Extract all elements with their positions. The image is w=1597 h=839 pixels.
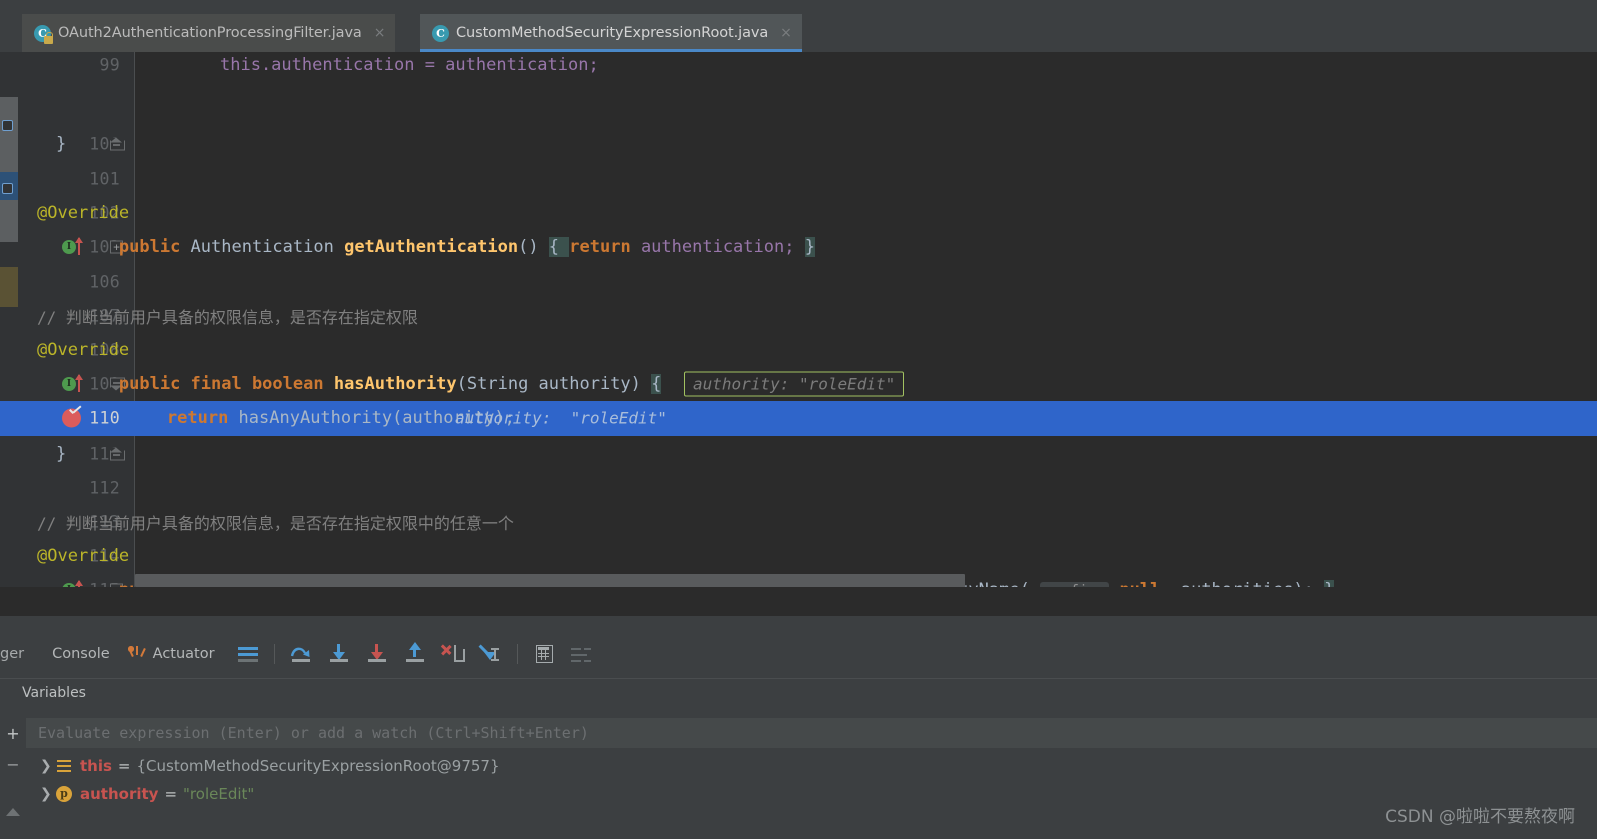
object-icon [56, 758, 72, 774]
close-icon[interactable]: × [780, 26, 792, 40]
fold-marker-end-icon[interactable] [110, 137, 125, 151]
line-number: 101 [89, 169, 120, 189]
code-comment: // 判断当前用户具备的权限信息，是否存在指定权限中的任意一个 [37, 514, 514, 534]
line-number: 99 [99, 55, 120, 75]
code-keyword: return [569, 237, 641, 258]
editor-tab-label: CustomMethodSecurityExpressionRoot.java [456, 25, 769, 41]
actuator-icon [127, 645, 146, 662]
step-over-icon[interactable] [286, 640, 316, 668]
variable-row-this[interactable]: ❯ this = {CustomMethodSecurityExpression… [26, 752, 1597, 779]
close-icon[interactable]: × [374, 26, 386, 40]
console-tab[interactable]: Console [38, 646, 124, 662]
class-icon-letter: C [436, 26, 445, 40]
inline-parameter-hint-highlighted: authority: "roleEdit" [684, 371, 905, 397]
equals-sign: = [117, 756, 131, 775]
code-line-101[interactable]: 101 [0, 162, 1597, 197]
toolbar-separator [273, 643, 275, 664]
toolbar-separator [516, 643, 518, 664]
tab-bar-top-strip [0, 0, 1597, 12]
code-text: () [518, 237, 549, 258]
intellij-idea-window: C OAuth2AuthenticationProcessingFilter.j… [0, 0, 1597, 839]
code-field: authentication; [640, 237, 805, 258]
code-line-110-current[interactable]: 110 return hasAnyAuthority(authority); a… [0, 401, 1597, 436]
variables-tab[interactable]: Variables [22, 685, 86, 701]
debug-toolbar: ger Console Actuator [0, 635, 1597, 672]
scrollbar-thumb[interactable] [135, 574, 965, 587]
code-line-107[interactable]: 107 // 判断当前用户具备的权限信息，是否存在指定权限 [0, 299, 1597, 334]
variable-row-authority[interactable]: ❯ p authority = "roleEdit" [26, 780, 1597, 807]
watermark: CSDN @啦啦不要熬夜啊 [1385, 807, 1575, 827]
code-line-113[interactable]: 113 // 判断当前用户具备的权限信息，是否存在指定权限中的任意一个 [0, 505, 1597, 540]
step-out-icon[interactable] [400, 640, 430, 668]
divider [0, 678, 1597, 679]
code-brace: { [548, 237, 570, 258]
step-into-icon[interactable] [324, 640, 354, 668]
editor-tab-label: OAuth2AuthenticationProcessingFilter.jav… [58, 25, 362, 41]
code-line-100[interactable]: 100 } [0, 127, 1597, 162]
editor-horizontal-scrollbar[interactable] [135, 574, 1597, 587]
code-editor[interactable]: 99 this.authentication = authentication;… [0, 52, 1597, 615]
code-keyword: return [166, 408, 239, 429]
java-class-icon: C [432, 24, 449, 42]
fold-marker-end-icon[interactable] [110, 447, 125, 461]
debugger-tab[interactable]: ger [0, 646, 38, 662]
breakpoint-verified-icon[interactable] [62, 408, 84, 429]
variable-value: "roleEdit" [183, 784, 255, 803]
editor-tab-oauth2filter[interactable]: C OAuth2AuthenticationProcessingFilter.j… [22, 14, 396, 52]
chevron-right-icon[interactable]: ❯ [40, 786, 56, 802]
code-line-99[interactable]: 99 this.authentication = authentication; [0, 52, 1597, 83]
equals-sign: = [164, 784, 178, 803]
code-keyword: public [118, 237, 191, 258]
java-class-locked-icon: C [34, 24, 53, 44]
evaluate-expression-placeholder: Evaluate expression (Enter) or add a wat… [38, 724, 589, 742]
layout-settings-icon[interactable] [567, 640, 597, 668]
code-line-112[interactable]: 112 [0, 471, 1597, 506]
inline-parameter-hint: authority: "roleEdit" [455, 408, 667, 428]
actuator-label: Actuator [152, 645, 215, 662]
editor-bottom-padding [0, 587, 1597, 615]
variable-name: authority [80, 784, 159, 803]
move-up-icon[interactable] [6, 808, 20, 816]
run-to-cursor-icon[interactable] [476, 640, 506, 668]
code-line-106[interactable]: 106 [0, 265, 1597, 300]
code-brace: } [804, 237, 815, 258]
code-line-103[interactable]: 103 I + public Authentication getAuthent… [0, 230, 1597, 265]
code-brace: { [651, 374, 662, 395]
force-step-into-icon[interactable] [362, 640, 392, 668]
code-text: this.authentication = authentication; [220, 55, 599, 76]
show-execution-point-icon[interactable] [233, 640, 263, 668]
remove-watch-button[interactable]: − [6, 757, 20, 773]
actuator-tab[interactable]: Actuator [124, 645, 229, 662]
debug-tool-window: ger Console Actuator Variables + − Evalu… [0, 615, 1597, 839]
evaluate-expression-icon[interactable] [529, 640, 559, 668]
variables-tab-bar: Variables [0, 678, 1597, 710]
variable-name: this [80, 756, 112, 775]
editor-tab-customroot[interactable]: C CustomMethodSecurityExpressionRoot.jav… [420, 14, 802, 52]
code-method: getAuthentication [344, 237, 519, 258]
variables-panel: + − Evaluate expression (Enter) or add a… [0, 710, 1597, 839]
code-text: } [56, 134, 67, 155]
chevron-right-icon[interactable]: ❯ [40, 758, 56, 774]
calculator-glyph [535, 644, 553, 663]
parameter-icon: p [56, 785, 72, 802]
line-number: 112 [89, 478, 120, 498]
code-text: } [56, 444, 67, 465]
evaluate-expression-input[interactable]: Evaluate expression (Enter) or add a wat… [26, 718, 1597, 748]
editor-tab-bar: C OAuth2AuthenticationProcessingFilter.j… [0, 0, 1597, 52]
code-type: Authentication [190, 237, 345, 258]
code-line-111[interactable]: 111 } [0, 437, 1597, 472]
variable-value: {CustomMethodSecurityExpressionRoot@9757… [136, 756, 500, 775]
watch-actions-column: + − [0, 710, 26, 839]
add-watch-button[interactable]: + [6, 726, 20, 742]
code-comment: // 判断当前用户具备的权限信息，是否存在指定权限 [37, 308, 418, 328]
line-number: 106 [89, 272, 120, 292]
panel-divider [0, 615, 1597, 616]
drop-frame-icon[interactable] [438, 640, 468, 668]
